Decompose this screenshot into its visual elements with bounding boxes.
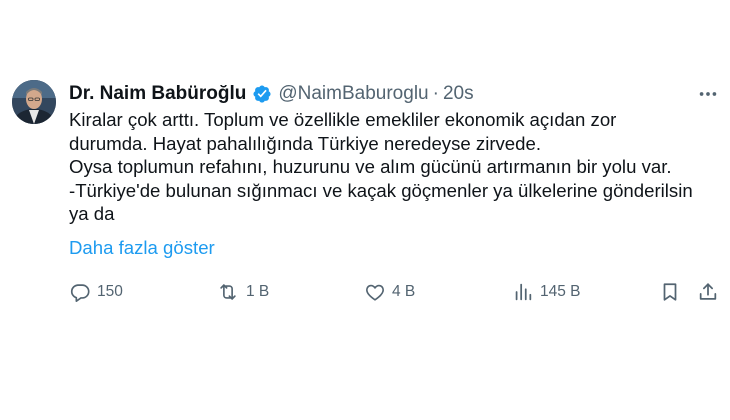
tweet-text: Kiralar çok arttı. Toplum ve özellikle e… xyxy=(69,108,724,226)
repost-button[interactable]: 1 B xyxy=(216,278,269,306)
reply-icon xyxy=(69,281,91,303)
reply-button[interactable]: 150 xyxy=(69,278,123,306)
views-icon xyxy=(512,281,534,303)
bookmark-button[interactable] xyxy=(659,278,681,306)
like-count: 4 B xyxy=(392,283,416,300)
avatar-image xyxy=(12,80,56,124)
repost-icon xyxy=(216,281,240,303)
bookmark-icon xyxy=(659,281,681,303)
action-bar: 150 1 B 4 B 145 B xyxy=(0,278,730,306)
views-count: 145 B xyxy=(540,283,581,300)
separator-dot: · xyxy=(432,83,439,104)
share-button[interactable] xyxy=(697,278,719,306)
more-icon[interactable] xyxy=(694,82,722,106)
tweet-text-line: Oysa toplumun refahını, huzurunu ve alım… xyxy=(69,156,672,177)
handle[interactable]: @NaimBaburoglu xyxy=(278,82,428,106)
avatar[interactable] xyxy=(12,80,56,124)
timestamp[interactable]: 20s xyxy=(443,82,474,106)
like-button[interactable]: 4 B xyxy=(364,278,415,306)
show-more-link[interactable]: Daha fazla göster xyxy=(69,236,215,260)
reply-count: 150 xyxy=(97,283,123,300)
display-name[interactable]: Dr. Naim Babüroğlu xyxy=(69,82,246,106)
tweet-text-line: -Türkiye'de bulunan sığınmacı ve kaçak g… xyxy=(69,179,693,201)
repost-count: 1 B xyxy=(246,283,270,300)
verified-badge-icon[interactable] xyxy=(252,84,272,104)
share-icon xyxy=(697,281,719,303)
tweet[interactable]: Dr. Naim Babüroğlu @NaimBaburoglu · 20s … xyxy=(0,0,730,420)
tweet-text-line: durumda. Hayat pahalılığında Türkiye ner… xyxy=(69,132,541,154)
tweet-text-line: ya da xyxy=(69,203,115,224)
like-icon xyxy=(364,281,386,303)
tweet-text-line: Kiralar çok arttı. Toplum ve özellikle e… xyxy=(69,109,617,130)
views-button[interactable]: 145 B xyxy=(512,278,581,306)
tweet-header: Dr. Naim Babüroğlu @NaimBaburoglu · 20s xyxy=(69,82,474,106)
